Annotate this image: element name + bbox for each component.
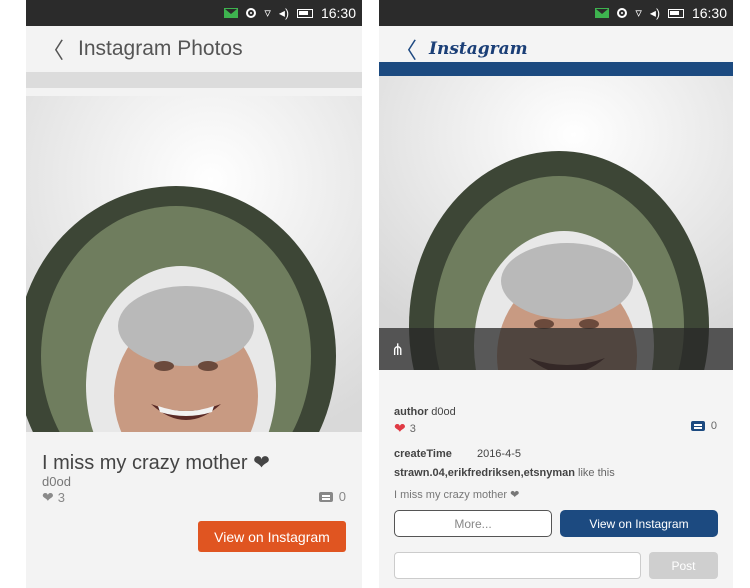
create-time-row: createTime 2016-4-5 xyxy=(394,448,521,460)
view-on-instagram-button[interactable]: View on Instagram xyxy=(198,521,346,552)
post-author: d0od xyxy=(431,406,456,418)
comments-count: 0 xyxy=(690,420,717,432)
back-icon[interactable]: 〈 xyxy=(42,33,64,65)
page-title: Instagram Photos xyxy=(78,37,243,60)
wifi-icon: ▿ xyxy=(264,5,271,20)
heart-icon[interactable]: ❤ xyxy=(42,489,54,506)
create-time-label: createTime xyxy=(394,448,452,460)
right-app-window: ▿ ◂) 16:30 〈 Instagram ⋔ author d0od ❤ 3… xyxy=(379,0,733,588)
status-bar: ▿ ◂) 16:30 xyxy=(379,0,733,26)
author-label: author xyxy=(394,406,429,418)
brand-bar xyxy=(379,62,733,76)
mail-icon xyxy=(224,8,239,18)
post-caption: I miss my crazy mother ❤ xyxy=(42,452,270,474)
post-photo[interactable] xyxy=(379,76,733,370)
location-icon xyxy=(246,8,257,18)
status-bar: ▿ ◂) 16:30 xyxy=(26,0,362,26)
likes-count: ❤ 3 xyxy=(394,420,416,437)
create-time-value: 2016-4-5 xyxy=(476,448,521,460)
back-icon[interactable]: 〈 xyxy=(395,33,417,65)
photo-overlay xyxy=(379,328,733,370)
comment-icon[interactable] xyxy=(318,491,333,502)
page-header: 〈 Instagram Photos xyxy=(26,26,362,72)
divider xyxy=(26,72,362,88)
comments-value: 0 xyxy=(338,489,346,504)
comments-value: 0 xyxy=(710,420,717,432)
battery-icon xyxy=(296,8,313,18)
likes-value: 3 xyxy=(57,490,65,505)
post-caption: I miss my crazy mother ❤ xyxy=(394,489,520,501)
heart-icon[interactable]: ❤ xyxy=(394,420,406,437)
wifi-icon: ▿ xyxy=(635,5,642,20)
likes-count: ❤ 3 xyxy=(42,489,65,506)
liked-by-suffix: like this xyxy=(578,467,615,479)
liked-by-row: strawn.04,erikfredriksen,etsnyman like t… xyxy=(394,467,615,479)
volume-icon: ◂) xyxy=(278,6,289,20)
volume-icon: ◂) xyxy=(649,6,660,20)
clock: 16:30 xyxy=(320,5,356,21)
post-photo[interactable] xyxy=(26,96,362,432)
app-logo-title: Instagram xyxy=(429,39,528,59)
left-app-window: ▿ ◂) 16:30 〈 Instagram Photos I miss my … xyxy=(26,0,362,588)
view-on-instagram-button[interactable]: View on Instagram xyxy=(560,510,718,537)
post-author: d0od xyxy=(42,474,71,489)
comment-input[interactable] xyxy=(394,552,641,579)
location-icon xyxy=(617,8,628,18)
more-button[interactable]: More... xyxy=(394,510,552,537)
comments-count: 0 xyxy=(318,489,346,504)
clock: 16:30 xyxy=(691,5,727,21)
share-icon[interactable]: ⋔ xyxy=(391,340,404,360)
liked-by-users[interactable]: strawn.04,erikfredriksen,etsnyman xyxy=(394,467,575,479)
comment-icon[interactable] xyxy=(690,421,705,431)
likes-value: 3 xyxy=(409,422,416,435)
author-row: author d0od xyxy=(394,406,456,418)
post-button[interactable]: Post xyxy=(649,552,718,579)
battery-icon xyxy=(667,8,684,18)
mail-icon xyxy=(595,8,610,18)
